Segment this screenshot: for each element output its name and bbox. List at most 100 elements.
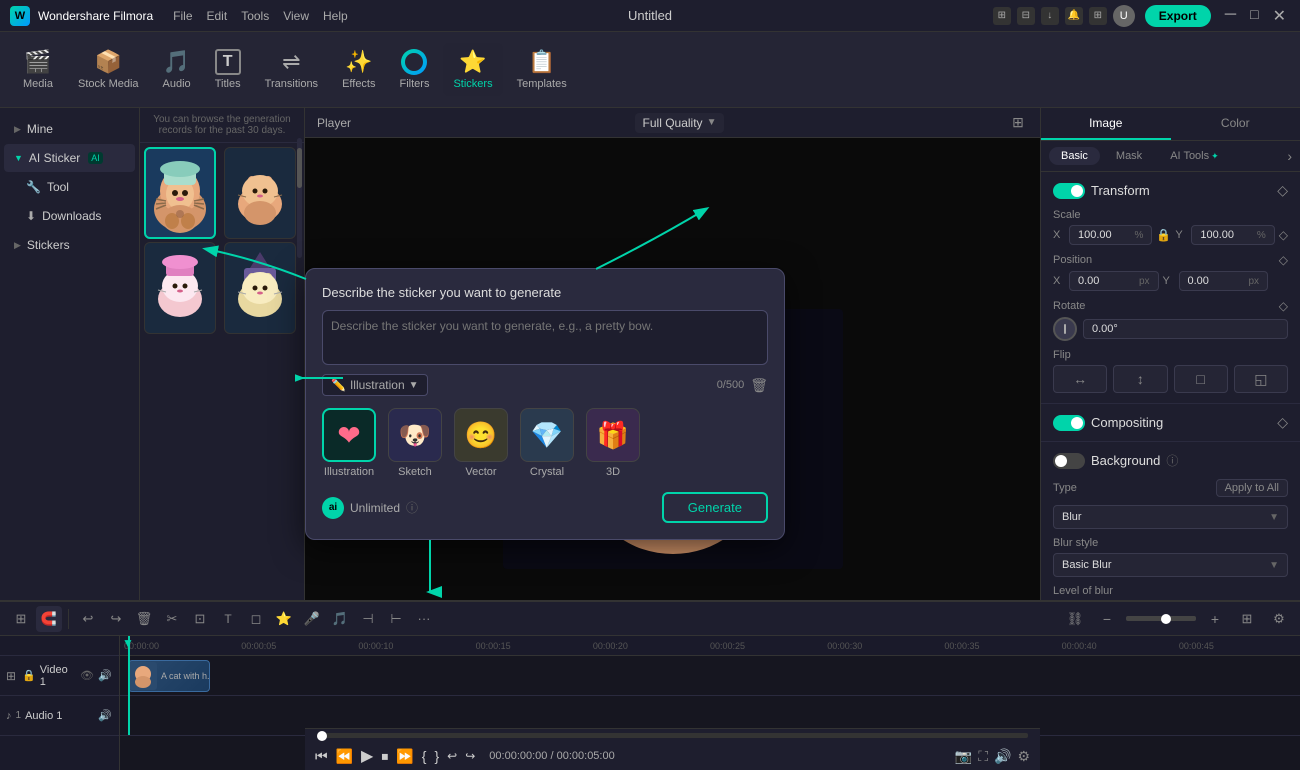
tool-filters[interactable]: Filters [390, 43, 440, 96]
timeline-shape-button[interactable]: ◻ [243, 606, 269, 632]
flip-rect-button[interactable]: □ [1174, 365, 1228, 393]
minimize-button[interactable]: ─ [1221, 6, 1240, 26]
timeline-cut-button[interactable]: ✂ [159, 606, 185, 632]
sidebar-item-tool[interactable]: 🔧 Tool [4, 173, 135, 201]
fullscreen-timeline-button[interactable]: ⊞ [1234, 606, 1260, 632]
style-option-illustration[interactable]: ❤ Illustration [322, 408, 376, 478]
sidebar-item-stickers[interactable]: ▶ Stickers [4, 231, 135, 259]
type-dropdown[interactable]: Blur ▼ [1053, 505, 1288, 529]
rotate-dial[interactable] [1053, 317, 1077, 341]
prev-frame-button[interactable]: ↩ [447, 749, 457, 763]
export-button[interactable]: Export [1145, 5, 1211, 27]
timeline-merge-button[interactable]: ⊢ [383, 606, 409, 632]
settings-button[interactable]: ⚙ [1017, 748, 1030, 765]
background-toggle[interactable] [1053, 453, 1085, 469]
sub-tab-mask[interactable]: Mask [1104, 147, 1154, 165]
sticker-thumb-2[interactable] [224, 147, 296, 239]
video1-add-button[interactable]: ⊞ [6, 669, 16, 683]
sidebar-item-downloads[interactable]: ⬇ Downloads [4, 202, 135, 230]
timeline-snap-button[interactable]: 🧲 [36, 606, 62, 632]
blur-style-dropdown[interactable]: Basic Blur ▼ [1053, 553, 1288, 577]
zoom-out-button[interactable]: − [1094, 606, 1120, 632]
sticker-thumb-1[interactable] [144, 147, 216, 239]
menu-tools[interactable]: Tools [241, 9, 269, 23]
timeline-text-button[interactable]: T [215, 606, 241, 632]
tab-color[interactable]: Color [1171, 108, 1300, 140]
timeline-undo-button[interactable]: ↩ [75, 606, 101, 632]
playback-timeline[interactable] [317, 733, 1028, 738]
timeline-redo-button[interactable]: ↪ [103, 606, 129, 632]
sticker-scrollbar[interactable] [297, 138, 302, 258]
playhead[interactable]: ▼ [128, 636, 130, 735]
transform-keyframe-icon[interactable]: ◇ [1277, 182, 1288, 199]
timeline-grid-button[interactable]: ⊞ [8, 606, 34, 632]
audio-button[interactable]: 🔊 [994, 748, 1011, 765]
close-button[interactable]: ✕ [1269, 6, 1290, 26]
info-icon[interactable]: ⓘ [406, 499, 418, 516]
tool-stickers[interactable]: ⭐ Stickers [443, 43, 502, 96]
background-info-icon[interactable]: ⓘ [1166, 452, 1178, 469]
rotate-keyframe-icon[interactable]: ◇ [1279, 299, 1288, 313]
step-back-button[interactable]: ⏪ [336, 748, 353, 765]
video1-volume-button[interactable]: 🔊 [97, 668, 113, 684]
fullscreen-button[interactable]: ⛶ [978, 748, 988, 765]
mark-in-button[interactable]: { [422, 748, 427, 764]
audio1-volume-button[interactable]: 🔊 [97, 708, 113, 724]
scale-y-value[interactable]: 100.00 % [1191, 225, 1274, 245]
compositing-keyframe-icon[interactable]: ◇ [1277, 414, 1288, 431]
flip-h-button[interactable]: ↔ [1053, 365, 1107, 393]
style-option-3d[interactable]: 🎁 3D [586, 408, 640, 478]
timeline-split-button[interactable]: ⊣ [355, 606, 381, 632]
scale-x-value[interactable]: 100.00 % [1069, 225, 1152, 245]
maximize-button[interactable]: □ [1246, 6, 1262, 26]
user-avatar[interactable]: U [1113, 5, 1135, 27]
menu-edit[interactable]: Edit [207, 9, 228, 23]
tab-image[interactable]: Image [1041, 108, 1171, 140]
rotate-value[interactable]: 0.00° [1083, 319, 1288, 339]
more-timeline-button[interactable]: ⚙ [1266, 606, 1292, 632]
sticker-description-input[interactable] [322, 310, 768, 365]
link-tracks-button[interactable]: ⛓ [1062, 606, 1088, 632]
timeline-sticker-button[interactable]: ⭐ [271, 606, 297, 632]
tool-effects[interactable]: ✨ Effects [332, 43, 385, 96]
zoom-slider[interactable] [1126, 616, 1196, 621]
tool-media[interactable]: 🎬 Media [12, 43, 64, 96]
next-frame-button[interactable]: ↪ [465, 749, 475, 763]
zoom-in-button[interactable]: + [1202, 606, 1228, 632]
flip-corner-button[interactable]: ◱ [1234, 365, 1288, 393]
position-x-value[interactable]: 0.00 px [1069, 271, 1159, 291]
menu-view[interactable]: View [283, 9, 309, 23]
quality-selector[interactable]: Full Quality ▼ [635, 113, 725, 133]
timeline-mic-button[interactable]: 🎤 [299, 606, 325, 632]
style-option-sketch[interactable]: 🐶 Sketch [388, 408, 442, 478]
generate-button[interactable]: Generate [662, 492, 768, 523]
timeline-delete-button[interactable]: 🗑 [131, 606, 157, 632]
menu-help[interactable]: Help [323, 9, 348, 23]
menu-file[interactable]: File [173, 9, 192, 23]
tool-transitions[interactable]: ⇌ Transitions [255, 43, 328, 96]
position-y-value[interactable]: 0.00 px [1179, 271, 1269, 291]
tool-templates[interactable]: 📋 Templates [507, 43, 577, 96]
fit-screen-icon[interactable]: ⊞ [1008, 113, 1028, 133]
apply-to-all-button[interactable]: Apply to All [1216, 479, 1288, 497]
transform-toggle[interactable] [1053, 183, 1085, 199]
mark-out-button[interactable]: } [434, 748, 439, 764]
sub-tab-ai-tools[interactable]: AI Tools ✦ [1158, 147, 1230, 165]
style-option-vector[interactable]: 😊 Vector [454, 408, 508, 478]
sidebar-item-ai-sticker[interactable]: ▼ AI Sticker AI [4, 144, 135, 172]
flip-v-button[interactable]: ↕ [1113, 365, 1167, 393]
sidebar-item-mine[interactable]: ▶ Mine [4, 115, 135, 143]
video-clip[interactable]: A cat with h... [128, 660, 210, 692]
more-tabs-button[interactable]: › [1287, 148, 1292, 164]
stop-button[interactable]: ⏹ [381, 748, 388, 765]
tool-titles[interactable]: T Titles [205, 43, 251, 96]
sticker-thumb-4[interactable] [224, 242, 296, 334]
style-option-crystal[interactable]: 💎 Crystal [520, 408, 574, 478]
scale-lock-icon[interactable]: 🔒 [1156, 228, 1171, 242]
position-keyframe-icon[interactable]: ◇ [1279, 253, 1288, 267]
skip-back-button[interactable]: ⏮ [315, 748, 328, 765]
timeline-crop-button[interactable]: ⊡ [187, 606, 213, 632]
video1-track-row[interactable]: A cat with h... ▼ [120, 656, 1300, 696]
sub-tab-basic[interactable]: Basic [1049, 147, 1100, 165]
clear-icon[interactable]: 🗑 [750, 377, 768, 394]
